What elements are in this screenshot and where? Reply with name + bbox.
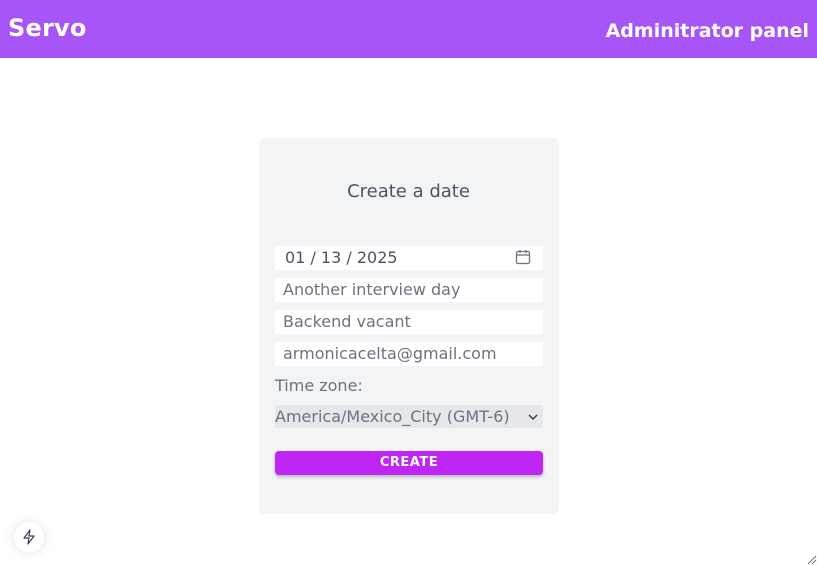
title-input[interactable] — [275, 278, 543, 302]
calendar-icon[interactable] — [515, 249, 531, 265]
timezone-select[interactable]: America/Mexico_City (GMT-6) — [275, 405, 543, 428]
panel-title[interactable]: Adminitrator panel — [606, 18, 809, 44]
subject-input[interactable] — [275, 310, 543, 334]
lightning-bolt-icon — [23, 529, 35, 545]
date-value: 01 / 13 / 2025 — [285, 248, 398, 267]
date-input[interactable]: 01 / 13 / 2025 — [275, 246, 543, 270]
email-input[interactable] — [275, 342, 543, 366]
form-title: Create a date — [347, 181, 470, 202]
chevron-down-icon — [528, 414, 538, 421]
top-navbar: Servo Adminitrator panel — [0, 0, 817, 58]
resize-grip-icon[interactable] — [805, 553, 817, 565]
timezone-label: Time zone: — [275, 376, 363, 395]
brand-logo[interactable]: Servo — [8, 13, 87, 43]
dev-tools-button[interactable] — [14, 522, 44, 552]
timezone-value: America/Mexico_City (GMT-6) — [275, 407, 510, 426]
create-button[interactable]: CREATE — [275, 451, 543, 475]
